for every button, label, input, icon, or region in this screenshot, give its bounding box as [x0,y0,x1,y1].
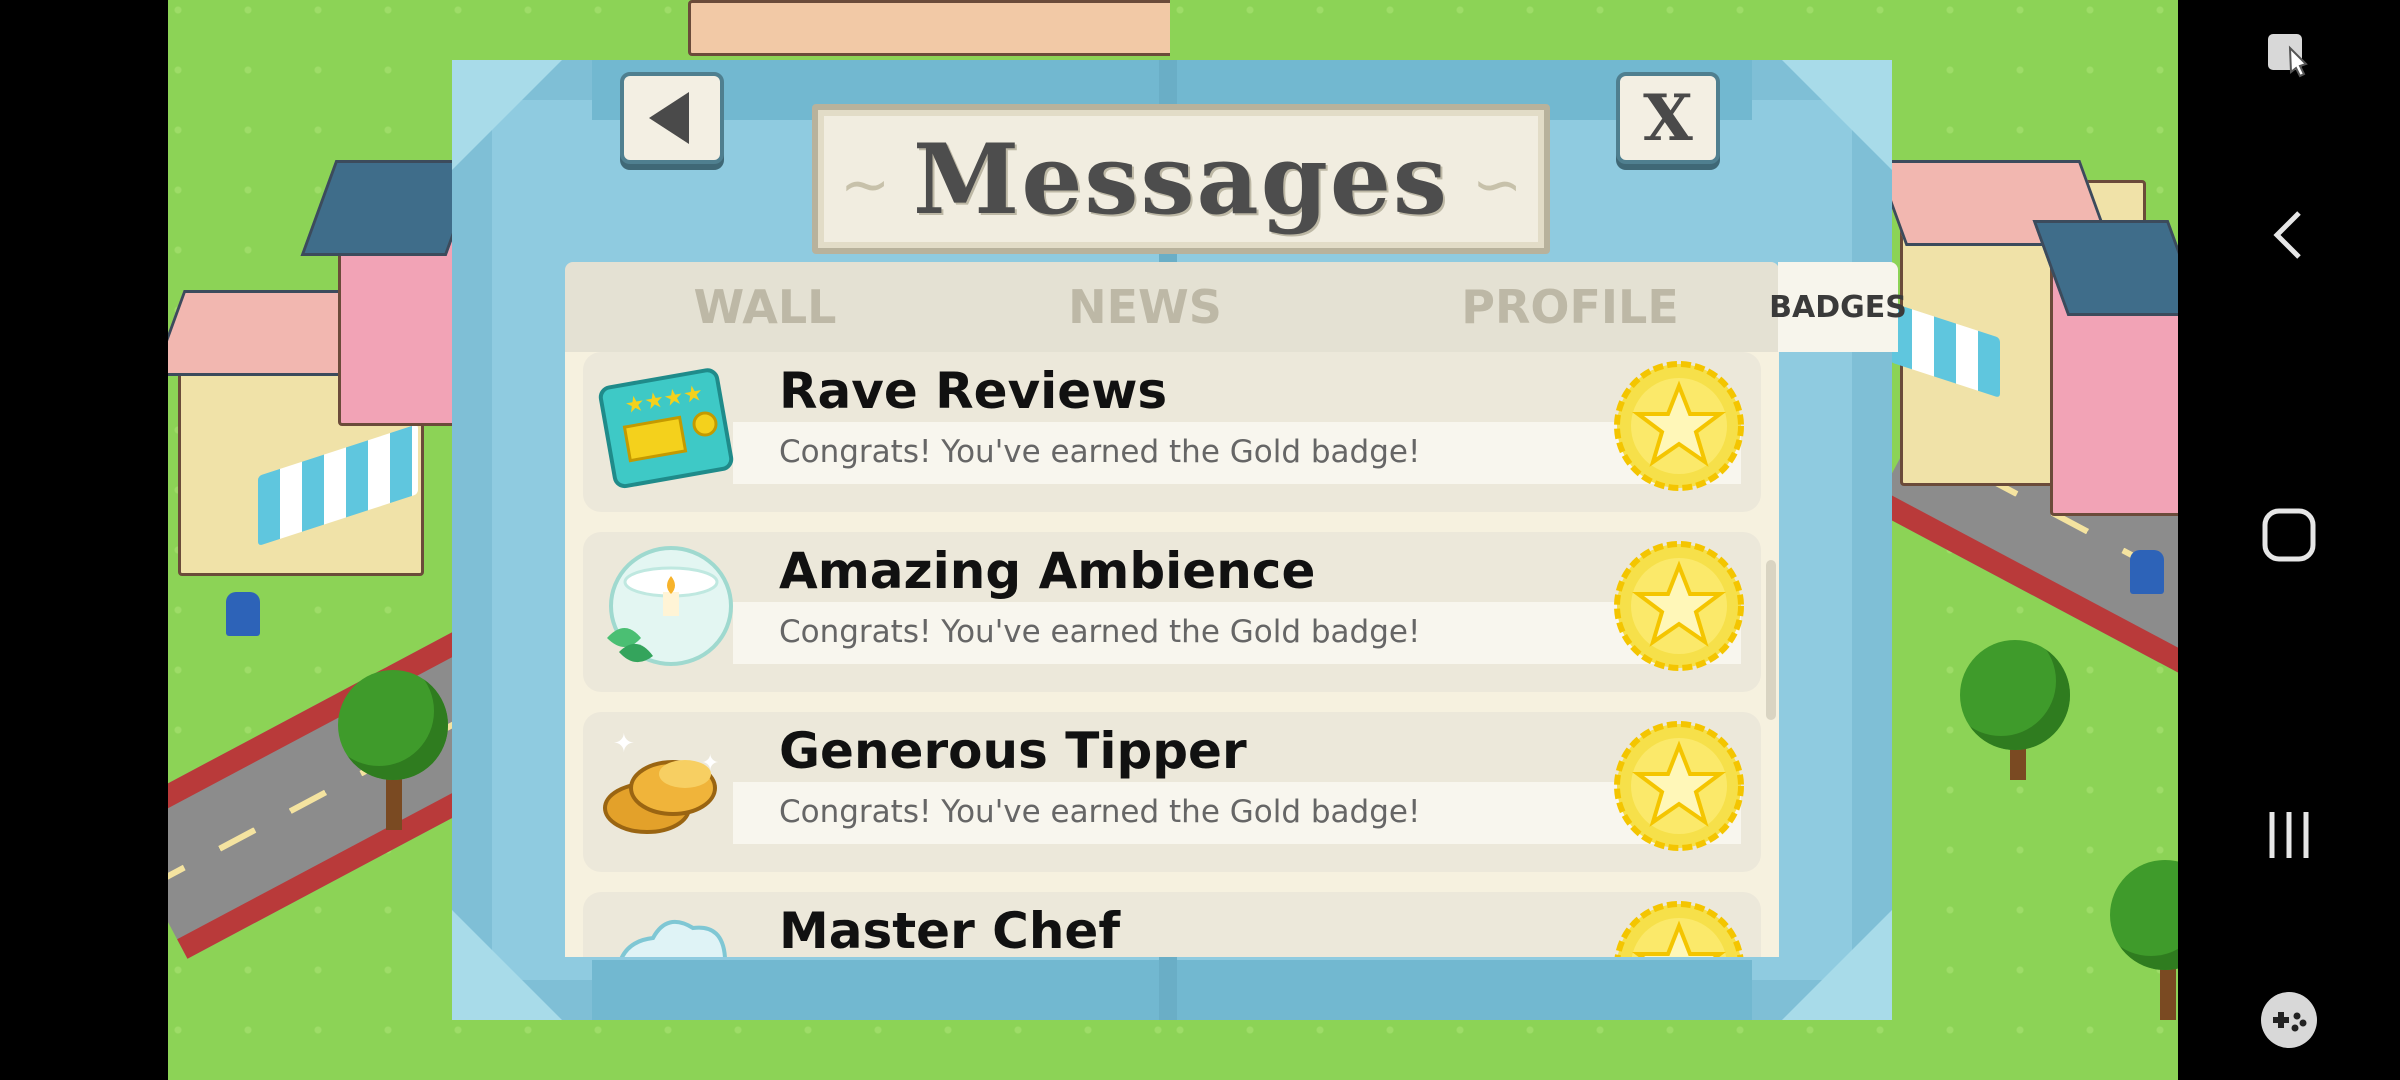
chef-hat-icon [619,919,727,957]
list-item[interactable]: Master Chef [583,892,1761,957]
game-tools-icon [2261,992,2317,1048]
building [688,0,1174,56]
tab-badges[interactable]: BADGES [1769,262,1907,352]
badge-name: Generous Tipper [779,722,1247,780]
ornament-icon: ~ [840,150,891,220]
title-plate: ~ Messages ~ [812,104,1550,254]
back-arrow-icon [649,92,689,144]
tab-news[interactable]: NEWS [1005,262,1285,352]
list-scrollbar[interactable] [1766,560,1776,720]
badge-list[interactable]: ★★★★ Rave Reviews Congrats! You've earne… [565,352,1779,957]
home-icon [2262,508,2316,562]
list-item[interactable]: ✦ ✦ Generous Tipper Congrats! You've ear… [583,712,1761,872]
svg-text:✦: ✦ [613,729,635,759]
back-icon [2273,211,2301,259]
badge-name: Amazing Ambience [779,542,1316,600]
badge-name: Master Chef [779,902,1121,957]
gold-coins-icon: ✦ ✦ [603,729,719,834]
system-navigation-bar [2178,0,2400,1080]
list-item[interactable]: ★★★★ Rave Reviews Congrats! You've earne… [583,352,1761,512]
mailbox [2130,550,2164,594]
mailbox [226,592,260,636]
tab-bar: WALL NEWS PROFILE [565,262,1779,352]
gold-star-medal-icon [1614,721,1744,851]
gold-star-medal-icon [1614,361,1744,491]
nav-recents-button[interactable] [2178,800,2400,870]
candle-bowl-icon [607,546,733,666]
nav-back-button[interactable] [2178,200,2400,270]
nav-home-button[interactable] [2178,500,2400,570]
screen-record-icon [2268,34,2308,78]
close-button[interactable]: X [1616,72,1720,164]
back-button[interactable] [620,72,724,164]
badge-name: Rave Reviews [779,362,1168,420]
review-card-icon: ★★★★ [598,368,734,489]
badge-message: Congrats! You've earned the Gold badge! [779,434,1421,470]
list-item[interactable]: Amazing Ambience Congrats! You've earned… [583,532,1761,692]
ornament-icon: ~ [1471,150,1522,220]
badge-message: Congrats! You've earned the Gold badge! [779,614,1421,650]
recents-icon [2269,812,2309,858]
tab-wall[interactable]: WALL [625,262,905,352]
badge-message: Congrats! You've earned the Gold badge! [779,794,1421,830]
tree [1960,640,2070,750]
game-tools-button[interactable] [2178,985,2400,1055]
gold-star-medal-icon [1614,541,1744,671]
screen-record-button[interactable] [2178,20,2400,90]
tree [338,670,448,780]
page-title: Messages [913,122,1449,236]
svg-text:✦: ✦ [701,751,719,776]
tab-profile[interactable]: PROFILE [1405,262,1735,352]
gold-star-medal-icon [1614,901,1744,957]
